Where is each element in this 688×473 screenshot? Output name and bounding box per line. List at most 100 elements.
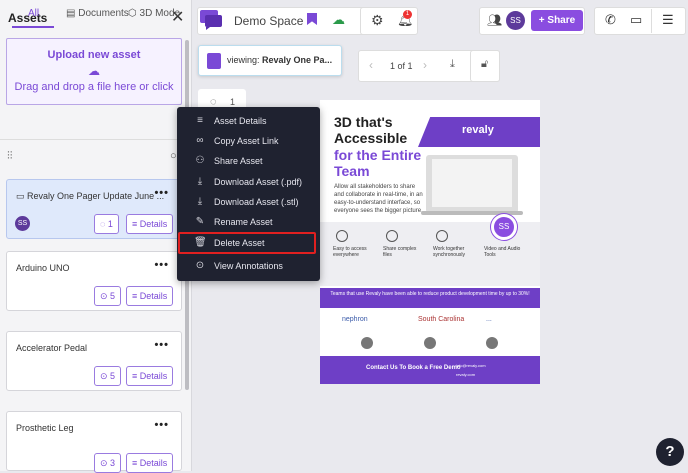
tab-3d-models[interactable]: ⬡ 3D Mode xyxy=(128,8,180,19)
lock-icon[interactable]: 🔓︎ xyxy=(481,58,488,71)
filter-icon[interactable]: ⫶⫶ xyxy=(7,150,13,163)
download-icon[interactable]: ⤓ xyxy=(450,58,455,71)
menu-item-view-annotations[interactable]: ⊙ View Annotations xyxy=(177,256,320,276)
chat-icon[interactable]: ☰ xyxy=(662,12,674,28)
user-avatar[interactable]: SS xyxy=(506,11,525,30)
comment-count: 1 xyxy=(107,219,113,229)
details-label: Details xyxy=(139,219,168,229)
details-label: Details xyxy=(139,371,168,381)
upload-title: Upload new asset xyxy=(47,49,141,61)
search-icon[interactable]: ○ xyxy=(170,150,177,162)
asset-name-text: Revaly One Pager Update June ... xyxy=(27,191,165,201)
pins-button[interactable]: ⊙ 5 xyxy=(94,366,122,386)
menu-item-download-pdf[interactable]: ⤓ Download Asset (.pdf) xyxy=(177,172,320,192)
list-icon: ≡ xyxy=(132,371,140,381)
tab-documents-label: Documents xyxy=(78,8,129,19)
doc-brand: revaly xyxy=(462,124,494,136)
tab-all[interactable]: All xyxy=(28,8,39,19)
pins-button[interactable]: ⊙ 3 xyxy=(94,453,122,473)
asset-name-text: Accelerator Pedal xyxy=(16,343,88,353)
notification-badge: 1 xyxy=(403,10,412,19)
testimonial-avatar xyxy=(361,337,373,349)
menu-item-rename-asset[interactable]: ✎ Rename Asset xyxy=(177,212,320,232)
help-button[interactable]: ? xyxy=(656,438,684,466)
cube-icon: ⬡ xyxy=(128,8,140,19)
menu-item-label: Download Asset (.stl) xyxy=(214,197,299,207)
pin-icon: ⊙ xyxy=(100,458,111,468)
details-button[interactable]: ≡ Details xyxy=(126,214,174,234)
asset-card[interactable]: Arduino UNO ••• ⊙ 5 ≡ Details xyxy=(6,251,182,311)
delete-highlight xyxy=(178,232,316,254)
video-icon[interactable]: ▭ xyxy=(630,12,642,28)
asset-tabs xyxy=(0,112,188,140)
testimonial-avatar xyxy=(486,337,498,349)
download-icon: ⤓ xyxy=(197,176,203,187)
doc-headline-accent: for the Entire Team xyxy=(334,147,422,179)
phone-icon[interactable]: ✆ xyxy=(605,12,616,28)
pins-button[interactable]: ⊙ 5 xyxy=(94,286,122,306)
list-icon: ≡ xyxy=(132,458,140,468)
more-options-icon[interactable]: ••• xyxy=(154,187,169,199)
asset-card-selected[interactable]: ▭ Revaly One Pager Update June ... ••• S… xyxy=(6,179,182,239)
cloud-icon xyxy=(336,230,348,242)
details-button[interactable]: ≡ Details xyxy=(126,366,174,386)
doc-footer-cta: Contact Us To Book a Free Demo xyxy=(366,365,461,371)
download-icon: ⤓ xyxy=(197,196,203,207)
doc-footer-contact: info@revaly.com revaly.com xyxy=(456,363,486,377)
app-logo-icon[interactable] xyxy=(200,10,222,30)
share-button[interactable]: + Share xyxy=(531,10,583,31)
gear-icon[interactable]: ⚙ xyxy=(371,12,384,29)
people-icon xyxy=(436,230,448,242)
space-name[interactable]: Demo Space xyxy=(234,14,303,28)
viewing-prefix: viewing: xyxy=(227,55,260,65)
asset-card[interactable]: Prosthetic Leg ••• ⊙ 3 ≡ Details xyxy=(6,411,182,473)
menu-item-label: Asset Details xyxy=(214,116,267,126)
share-label: Share xyxy=(547,15,576,26)
comments-button[interactable]: ◌ 1 xyxy=(94,214,119,234)
menu-item-download-stl[interactable]: ⤓ Download Asset (.stl) xyxy=(177,192,320,212)
more-options-icon[interactable]: ••• xyxy=(154,419,169,431)
cloud-sync-icon[interactable]: ☁ xyxy=(332,12,345,28)
cloud-upload-icon: ☁ xyxy=(88,64,100,78)
list-icon: ≡ xyxy=(197,115,203,126)
menu-item-label: Copy Asset Link xyxy=(214,136,279,146)
menu-item-copy-link[interactable]: ∞ Copy Asset Link xyxy=(177,131,320,151)
file-pdf-icon: ▭ xyxy=(16,191,28,201)
pin-count: 5 xyxy=(110,291,116,301)
upload-dropzone[interactable]: Upload new asset ☁ Drag and drop a file … xyxy=(6,38,182,105)
chevron-right-icon[interactable]: › xyxy=(423,58,427,72)
pencil-icon: ✎ xyxy=(195,216,205,227)
menu-item-label: View Annotations xyxy=(214,261,283,271)
doc-stat-band: Teams that use Revaly have been able to … xyxy=(320,288,540,308)
pin-icon: ⊙ xyxy=(100,291,111,301)
doc-headline: 3D that's Accessible xyxy=(334,114,408,146)
company-logo: South Carolina xyxy=(418,316,465,323)
company-logo: nephron xyxy=(342,316,368,323)
tab-active-underline xyxy=(12,26,54,28)
asset-card[interactable]: Accelerator Pedal ••• ⊙ 5 ≡ Details xyxy=(6,331,182,391)
doc-subtitle: Allow all stakeholders to share and coll… xyxy=(334,184,423,214)
menu-item-share-asset[interactable]: ⚇ Share Asset xyxy=(177,151,320,171)
company-logo: ... xyxy=(486,316,492,323)
details-label: Details xyxy=(139,458,168,468)
details-button[interactable]: ≡ Details xyxy=(126,286,174,306)
upload-hint: Drag and drop a file here or click xyxy=(14,81,174,93)
pin-count: 5 xyxy=(110,371,116,381)
tab-documents[interactable]: ▤ Documents xyxy=(66,8,129,19)
doc-feature: Easy to access everywhere xyxy=(333,246,367,258)
pin-icon: ⊙ xyxy=(195,260,205,271)
menu-item-asset-details[interactable]: ≡ Asset Details xyxy=(177,111,320,131)
page-indicator: 1 of 1 xyxy=(390,61,413,71)
people-icon[interactable]: 👥︎ xyxy=(487,13,502,27)
more-options-icon[interactable]: ••• xyxy=(154,339,169,351)
cube-icon xyxy=(386,230,398,242)
divider xyxy=(651,9,652,33)
details-button[interactable]: ≡ Details xyxy=(126,453,174,473)
document-icon: ▤ xyxy=(66,8,79,19)
chevron-left-icon[interactable]: ‹ xyxy=(369,58,373,72)
user-plus-icon: ⚇ xyxy=(195,155,205,166)
viewing-name: Revaly One Pa... xyxy=(262,55,333,65)
menu-item-label: Share Asset xyxy=(214,156,263,166)
pin-count: 3 xyxy=(110,458,116,468)
more-options-icon[interactable]: ••• xyxy=(154,259,169,271)
